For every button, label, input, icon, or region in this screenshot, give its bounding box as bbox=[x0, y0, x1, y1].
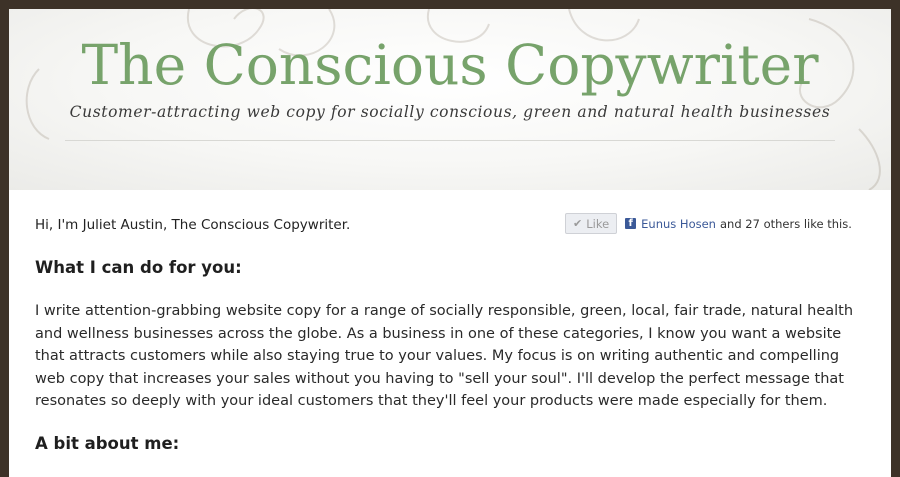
intro-text: Hi, I'm Juliet Austin, The Conscious Cop… bbox=[35, 217, 351, 233]
site-header: The Conscious Copywriter Customer-attrac… bbox=[9, 9, 891, 190]
checkmark-icon: ✔ bbox=[573, 217, 583, 230]
facebook-social-text: and 27 others like this. bbox=[719, 216, 852, 231]
site-tagline: Customer-attracting web copy for sociall… bbox=[69, 103, 831, 121]
facebook-like-widget: ✔ Like f Eunus Hosen and 27 others like … bbox=[565, 213, 852, 234]
section-body-services: I write attention-grabbing website copy … bbox=[35, 303, 854, 409]
facebook-like-button[interactable]: ✔ Like bbox=[565, 213, 618, 234]
section-heading-services: What I can do for you: bbox=[35, 258, 242, 277]
section-heading-about: A bit about me: bbox=[35, 434, 180, 453]
facebook-logo-icon: f bbox=[625, 218, 637, 229]
page: The Conscious Copywriter Customer-attrac… bbox=[9, 9, 891, 477]
header-divider bbox=[65, 140, 835, 141]
site-title[interactable]: The Conscious Copywriter bbox=[9, 33, 891, 97]
facebook-friend-link[interactable]: Eunus Hosen bbox=[641, 217, 716, 231]
like-button-label: Like bbox=[586, 216, 610, 231]
